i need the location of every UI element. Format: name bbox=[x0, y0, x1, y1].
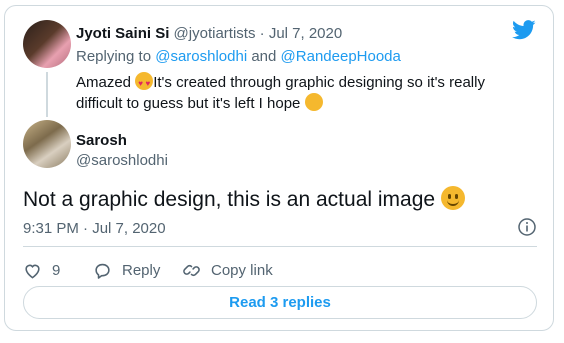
slightly-smiling-face-emoji-icon bbox=[440, 186, 465, 210]
parent-tweet-text-part1: Amazed bbox=[76, 74, 136, 91]
mention-randeephooda[interactable]: @RandeepHooda bbox=[281, 48, 401, 65]
main-author-handle[interactable]: @saroshlodhi bbox=[76, 152, 168, 169]
link-icon bbox=[183, 264, 200, 276]
heart-eyes-emoji-icon bbox=[135, 72, 154, 94]
tweet-embed-card: Jyoti Saini Si @jyotiartists · Jul 7, 20… bbox=[4, 5, 554, 331]
parent-tweet-date[interactable]: Jul 7, 2020 bbox=[269, 25, 342, 42]
heart-icon bbox=[25, 264, 40, 279]
copy-link-button[interactable]: Copy link bbox=[182, 259, 273, 281]
parent-author-handle[interactable]: @jyotiartists bbox=[174, 25, 256, 42]
avatar-sarosh[interactable] bbox=[23, 120, 71, 168]
twitter-bird-icon[interactable] bbox=[512, 20, 536, 40]
separator-dot: · bbox=[259, 25, 265, 42]
replying-to-prefix: Replying to bbox=[76, 48, 156, 65]
reply-bubble-icon bbox=[95, 263, 110, 279]
like-button[interactable]: 9 bbox=[23, 259, 60, 281]
parent-tweet-header: Jyoti Saini Si @jyotiartists · Jul 7, 20… bbox=[76, 25, 342, 42]
divider bbox=[23, 246, 537, 247]
copy-link-label: Copy link bbox=[211, 261, 273, 279]
main-tweet-text: Not a graphic design, this is an actual … bbox=[23, 186, 465, 212]
parent-author-name[interactable]: Jyoti Saini Si bbox=[76, 25, 169, 42]
thinking-face-emoji-icon bbox=[304, 93, 323, 111]
and-text: and bbox=[247, 48, 281, 65]
like-count: 9 bbox=[52, 261, 61, 279]
reply-label: Reply bbox=[122, 261, 161, 279]
reply-button[interactable]: Reply bbox=[93, 259, 160, 281]
avatar-jyoti[interactable] bbox=[23, 20, 71, 68]
main-tweet-text-body: Not a graphic design, this is an actual … bbox=[23, 188, 441, 211]
main-tweet-timestamp[interactable]: 9:31 PM · Jul 7, 2020 bbox=[23, 220, 166, 237]
thread-connector-line bbox=[46, 72, 48, 117]
parent-tweet-text: Amazed It's created through graphic desi… bbox=[76, 72, 516, 114]
replying-to-line: Replying to @saroshlodhi and @RandeepHoo… bbox=[76, 48, 401, 65]
mention-saroshlodhi[interactable]: @saroshlodhi bbox=[155, 48, 247, 65]
main-author-name[interactable]: Sarosh bbox=[76, 132, 127, 149]
read-replies-button[interactable]: Read 3 replies bbox=[23, 286, 537, 319]
info-icon[interactable] bbox=[518, 218, 536, 236]
